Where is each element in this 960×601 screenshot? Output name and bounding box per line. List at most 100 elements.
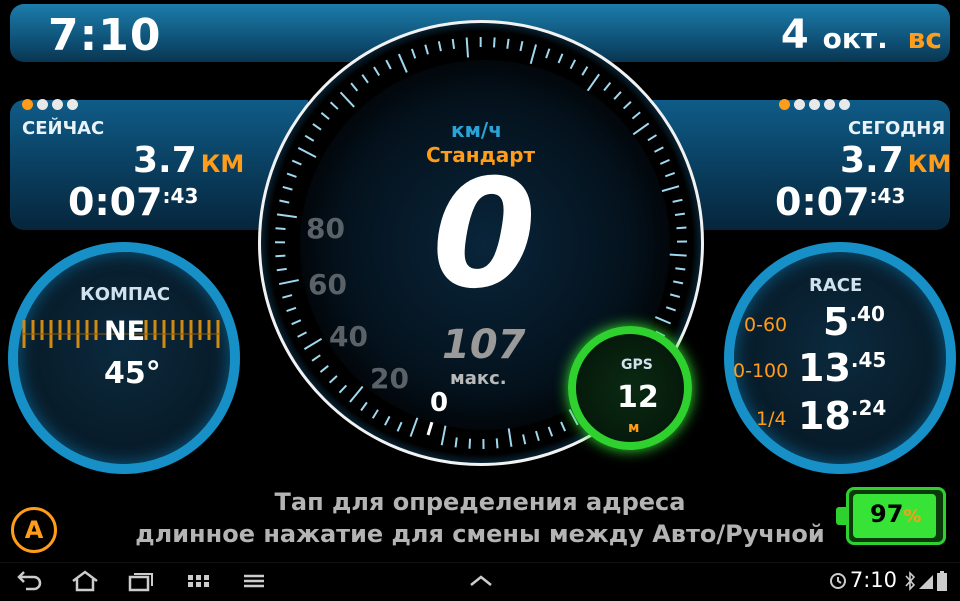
speedometer-tick <box>362 75 368 83</box>
speedometer-tick <box>304 339 321 349</box>
speedometer-tick <box>582 67 587 76</box>
today-distance-unit: КМ <box>908 150 952 178</box>
speed-unit: км/ч <box>451 118 502 142</box>
speedometer-tick <box>277 214 297 217</box>
address-hint-line2[interactable]: длинное нажатие для смены между Авто/Руч… <box>0 520 960 548</box>
speedometer-tick <box>632 112 640 118</box>
today-duration: 0:07:43 <box>775 180 905 224</box>
now-page-dots[interactable] <box>22 95 82 107</box>
speedometer-tick <box>549 427 552 436</box>
speedometer-tick <box>292 161 301 165</box>
scale-label-0: 0 <box>430 388 448 418</box>
speedometer-tick <box>531 44 536 63</box>
page-dot <box>37 99 48 110</box>
speedometer-tick <box>571 60 576 69</box>
back-icon[interactable] <box>14 568 44 594</box>
page-dot <box>52 99 63 110</box>
speedometer-tick <box>670 294 680 297</box>
menu-icon[interactable] <box>240 568 270 594</box>
speedometer-tick <box>632 123 648 135</box>
home-icon[interactable] <box>70 568 100 594</box>
gps-label: GPS <box>621 357 653 373</box>
date-day: 4 <box>781 12 809 58</box>
now-distance-value: 3.7 <box>133 140 197 181</box>
date-month: окт. <box>823 22 888 55</box>
speedometer-tick <box>507 39 508 49</box>
now-duration: 0:07:43 <box>68 180 198 224</box>
max-speed-label: макс. <box>450 368 507 389</box>
system-clock: 7:10 <box>850 568 897 592</box>
speedometer-tick <box>494 37 495 47</box>
speedometer-tick <box>361 402 367 410</box>
speedometer-tick <box>385 416 390 425</box>
speedometer-tick <box>453 39 454 49</box>
today-distance: 3.7КМ <box>840 140 951 181</box>
race-value-0-100: 13.45 <box>798 346 886 390</box>
battery-icon <box>936 570 948 592</box>
today-page-dots[interactable] <box>779 95 854 107</box>
today-distance-value: 3.7 <box>840 140 904 181</box>
speedometer-tick <box>283 187 293 190</box>
speedometer-tick <box>279 280 299 284</box>
speedometer-tick <box>536 431 539 441</box>
speedometer-tick <box>330 376 337 383</box>
clock: 7:10 <box>48 10 161 61</box>
speedometer-tick <box>666 307 675 310</box>
race-fraction: .45 <box>851 348 886 372</box>
grid-icon[interactable] <box>184 568 214 594</box>
speedometer-tick <box>275 256 285 257</box>
speedometer-tick <box>398 422 402 431</box>
scale-label-40: 40 <box>329 320 368 353</box>
recent-apps-icon[interactable] <box>126 568 156 594</box>
speedometer-tick <box>350 387 363 402</box>
max-speed: 107 <box>442 322 526 368</box>
speedometer-tick <box>339 385 346 392</box>
speedometer-tick <box>312 355 320 361</box>
speedometer-tick <box>675 214 685 215</box>
speedometer-tick <box>425 45 428 55</box>
race-name-0-60: 0-60 <box>744 314 787 336</box>
speedometer-tick <box>660 186 679 192</box>
scale-label-80: 80 <box>306 212 345 245</box>
speedometer-tick <box>351 83 357 91</box>
current-speed: 0 <box>432 160 536 310</box>
gps-value: 12 <box>617 380 659 415</box>
speedometer-tick <box>386 60 391 69</box>
date-weekday: вс <box>908 22 942 55</box>
now-label: СЕЙЧАС <box>22 118 104 139</box>
battery-level: 97% <box>870 500 921 528</box>
speedometer-tick <box>439 41 441 51</box>
chevron-up-icon[interactable] <box>466 568 496 594</box>
speedometer-tick <box>561 422 565 431</box>
battery-cap <box>836 507 846 525</box>
speedometer-tick <box>673 200 683 202</box>
compass-direction: NE <box>104 316 145 347</box>
speedometer-tick <box>520 41 522 51</box>
speedometer-tick <box>456 437 457 447</box>
page-dot <box>794 99 805 110</box>
speedometer-tick <box>282 295 292 298</box>
speedometer-tick <box>676 228 686 229</box>
speedometer-tick <box>287 308 296 311</box>
speedometer-tick <box>467 38 468 58</box>
speedometer-tick <box>665 173 674 176</box>
speedometer-tick <box>298 332 307 337</box>
race-name-quarter: 1/4 <box>756 408 787 430</box>
speedometer-tick <box>614 92 621 99</box>
page-dot <box>839 99 850 110</box>
speedometer-tick <box>442 426 446 446</box>
race-fraction: .24 <box>851 396 886 420</box>
auto-manual-mode-button[interactable]: A <box>11 507 57 553</box>
today-duration-value: 0:07 <box>775 180 870 224</box>
race-value: 18 <box>798 394 851 438</box>
speedometer-tick <box>604 83 610 91</box>
speedometer-tick <box>588 74 599 90</box>
speedometer-tick <box>675 268 685 269</box>
speedometer-tick <box>320 366 328 372</box>
speedometer-tick <box>660 160 669 164</box>
speedometer-tick <box>313 124 321 130</box>
address-hint-line1[interactable]: Тап для определения адреса <box>0 488 960 516</box>
now-duration-seconds: :43 <box>163 184 199 208</box>
page-dot <box>809 99 820 110</box>
page-dot <box>22 99 33 110</box>
